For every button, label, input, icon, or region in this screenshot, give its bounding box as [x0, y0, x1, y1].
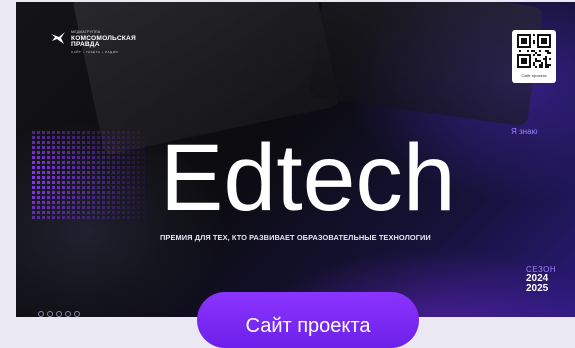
- social-icon[interactable]: [38, 311, 44, 317]
- season-year-end: 2025: [526, 283, 549, 294]
- hero-subtitle: ПРЕМИЯ ДЛЯ ТЕХ, КТО РАЗВИВАЕТ ОБРАЗОВАТЕ…: [160, 233, 431, 242]
- page-frame: МЕДИАГРУППА КОМСОМОЛЬСКАЯ ПРАВДА САЙТ • …: [0, 0, 575, 348]
- social-icon[interactable]: [74, 311, 80, 317]
- social-icon[interactable]: [65, 311, 71, 317]
- kp-logo[interactable]: МЕДИАГРУППА КОМСОМОЛЬСКАЯ ПРАВДА САЙТ • …: [50, 30, 136, 54]
- hero-kicker: Я знаю: [511, 127, 538, 136]
- logo-group-label: МЕДИАГРУППА: [71, 30, 101, 34]
- hero-title: Edtech: [160, 125, 456, 231]
- qr-code-icon: [517, 34, 551, 68]
- project-site-button[interactable]: Сайт проекта: [197, 292, 419, 348]
- dot-grid-decoration: [32, 131, 145, 219]
- kp-bird-icon: [51, 32, 65, 44]
- qr-caption: Сайт проекта: [521, 73, 547, 78]
- logo-tagline: САЙТ • ГАЗЕТА • РАДИО: [71, 49, 119, 54]
- social-icon[interactable]: [47, 311, 53, 317]
- logo-name-line2: ПРАВДА: [71, 41, 100, 49]
- season-badge: СЕЗОН 2024 2025: [526, 265, 556, 294]
- qr-card[interactable]: Сайт проекта: [512, 30, 556, 83]
- hero-banner: МЕДИАГРУППА КОМСОМОЛЬСКАЯ ПРАВДА САЙТ • …: [16, 2, 575, 317]
- social-icon[interactable]: [56, 311, 62, 317]
- social-icons: [38, 311, 80, 317]
